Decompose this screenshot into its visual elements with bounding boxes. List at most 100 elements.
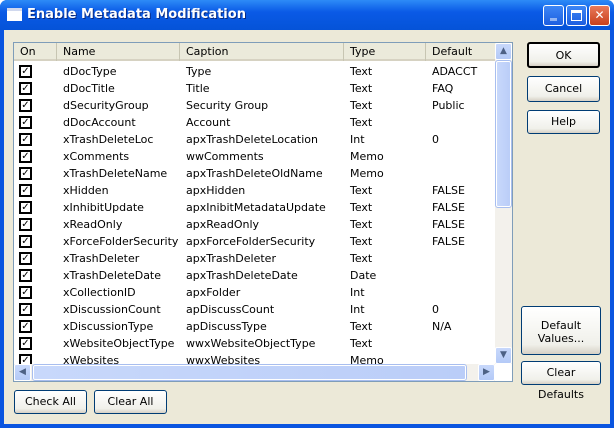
cancel-button[interactable]: Cancel bbox=[527, 76, 600, 102]
table-row[interactable]: ✓ xHidden apxHidden Text FALSE bbox=[14, 182, 495, 199]
enabled-checkbox[interactable]: ✓ bbox=[19, 201, 32, 214]
cell-name: xHidden bbox=[63, 184, 109, 197]
table-row[interactable]: ✓ xTrashDeleteLoc apxTrashDeleteLocation In… bbox=[14, 131, 495, 148]
table-row[interactable]: ✓ dDocType Type Text ADACCT bbox=[14, 63, 495, 80]
table-row[interactable]: ✓ xInhibitUpdate apxInibitMetadataUpdate Te… bbox=[14, 199, 495, 216]
cell-type: Text bbox=[350, 99, 373, 112]
metadata-list[interactable]: On Name Caption Type Default ✓ dDocType Ty… bbox=[13, 42, 513, 382]
enabled-checkbox[interactable]: ✓ bbox=[19, 150, 32, 163]
column-header-default[interactable]: Default bbox=[426, 43, 495, 61]
close-button[interactable]: ✕ bbox=[589, 5, 610, 26]
enabled-checkbox[interactable]: ✓ bbox=[19, 320, 32, 333]
cell-type: Memo bbox=[350, 150, 384, 163]
cell-caption: wwxWebsiteObjectType bbox=[186, 337, 316, 350]
vertical-scrollbar[interactable]: ▲ ▼ bbox=[495, 43, 512, 364]
scroll-up-button[interactable]: ▲ bbox=[495, 43, 512, 60]
cell-name: xReadOnly bbox=[63, 218, 123, 231]
enabled-checkbox[interactable]: ✓ bbox=[19, 303, 32, 316]
column-header-type[interactable]: Type bbox=[344, 43, 426, 61]
cell-caption: apxInibitMetadataUpdate bbox=[186, 201, 326, 214]
cell-default: FALSE bbox=[432, 218, 465, 231]
column-header-name[interactable]: Name bbox=[57, 43, 180, 61]
cell-type: Int bbox=[350, 133, 365, 146]
cell-type: Int bbox=[350, 286, 365, 299]
cell-caption: Title bbox=[186, 82, 210, 95]
chevron-up-icon: ▲ bbox=[500, 46, 507, 56]
cell-type: Date bbox=[350, 269, 377, 282]
dialog-body: On Name Caption Type Default ✓ dDocType Ty… bbox=[4, 30, 610, 424]
scroll-down-button[interactable]: ▼ bbox=[495, 347, 512, 364]
maximize-icon bbox=[571, 10, 582, 21]
enabled-checkbox[interactable]: ✓ bbox=[19, 218, 32, 231]
title-bar[interactable]: Enable Metadata Modification ✕ bbox=[0, 0, 614, 30]
cell-default: 0 bbox=[432, 303, 439, 316]
scroll-left-button[interactable]: ◀ bbox=[14, 364, 31, 381]
cell-default: N/A bbox=[432, 320, 452, 333]
table-row[interactable]: ✓ xTrashDeleteName apxTrashDeleteOldName Me… bbox=[14, 165, 495, 182]
table-row[interactable]: ✓ dSecurityGroup Security Group Text Public bbox=[14, 97, 495, 114]
enabled-checkbox[interactable]: ✓ bbox=[19, 235, 32, 248]
table-row[interactable]: ✓ xComments wwComments Memo bbox=[14, 148, 495, 165]
table-row[interactable]: ✓ xDiscussionCount apDiscussCount Int 0 bbox=[14, 301, 495, 318]
clear-defaults-button[interactable]: Clear Defaults bbox=[521, 361, 601, 401]
help-button[interactable]: Help bbox=[527, 110, 600, 134]
cell-caption: apxReadOnly bbox=[186, 218, 260, 231]
table-row[interactable]: ✓ xForceFolderSecurity apxForceFolderSecur… bbox=[14, 233, 495, 250]
maximize-button[interactable] bbox=[566, 5, 587, 26]
clear-all-button[interactable]: Clear All bbox=[94, 390, 167, 414]
vertical-scroll-thumb[interactable] bbox=[495, 60, 512, 208]
cell-name: xDiscussionType bbox=[63, 320, 154, 333]
enabled-checkbox[interactable]: ✓ bbox=[19, 116, 32, 129]
cell-caption: Type bbox=[186, 65, 212, 78]
cell-type: Text bbox=[350, 201, 373, 214]
default-values-button[interactable]: Default Values... bbox=[521, 306, 601, 355]
enabled-checkbox[interactable]: ✓ bbox=[19, 65, 32, 78]
enabled-checkbox[interactable]: ✓ bbox=[19, 184, 32, 197]
chevron-down-icon: ▼ bbox=[500, 350, 507, 360]
enabled-checkbox[interactable]: ✓ bbox=[19, 286, 32, 299]
default-values-label-2: Values... bbox=[537, 332, 585, 345]
chevron-right-icon: ▶ bbox=[483, 367, 490, 377]
column-header-caption[interactable]: Caption bbox=[180, 43, 344, 61]
cell-name: xTrashDeleteLoc bbox=[63, 133, 154, 146]
cell-name: dDocAccount bbox=[63, 116, 136, 129]
cell-caption: apxTrashDeleteOldName bbox=[186, 167, 323, 180]
table-row[interactable]: ✓ xWebsiteObjectType wwxWebsiteObjectType T… bbox=[14, 335, 495, 352]
cell-name: xComments bbox=[63, 150, 130, 163]
table-row[interactable]: ✓ xTrashDeleteDate apxTrashDeleteDate Date bbox=[14, 267, 495, 284]
table-row[interactable]: ✓ xDiscussionType apDiscussType Text N/A bbox=[14, 318, 495, 335]
cell-type: Text bbox=[350, 116, 373, 129]
ok-button[interactable]: OK bbox=[527, 42, 600, 68]
cell-name: xTrashDeleteDate bbox=[63, 269, 162, 282]
cell-name: xInhibitUpdate bbox=[63, 201, 144, 214]
cell-name: dDocTitle bbox=[63, 82, 115, 95]
enabled-checkbox[interactable]: ✓ bbox=[19, 167, 32, 180]
check-all-button[interactable]: Check All bbox=[14, 390, 87, 414]
table-row[interactable]: ✓ dDocAccount Account Text bbox=[14, 114, 495, 131]
table-row[interactable]: ✓ xReadOnly apxReadOnly Text FALSE bbox=[14, 216, 495, 233]
table-row[interactable]: ✓ dDocTitle Title Text FAQ bbox=[14, 80, 495, 97]
scroll-right-button[interactable]: ▶ bbox=[478, 364, 495, 381]
horizontal-scrollbar[interactable]: ◀ ▶ bbox=[14, 364, 495, 381]
enabled-checkbox[interactable]: ✓ bbox=[19, 269, 32, 282]
cell-caption: apDiscussCount bbox=[186, 303, 275, 316]
minimize-icon bbox=[550, 18, 557, 21]
window-title: Enable Metadata Modification bbox=[27, 7, 246, 22]
table-row[interactable]: ✓ xTrashDeleter apxTrashDeleter Text bbox=[14, 250, 495, 267]
enabled-checkbox[interactable]: ✓ bbox=[19, 82, 32, 95]
cell-caption: apxFolder bbox=[186, 286, 241, 299]
enabled-checkbox[interactable]: ✓ bbox=[19, 337, 32, 350]
enabled-checkbox[interactable]: ✓ bbox=[19, 133, 32, 146]
cell-name: dSecurityGroup bbox=[63, 99, 149, 112]
cell-default: FAQ bbox=[432, 82, 454, 95]
column-header-on[interactable]: On bbox=[14, 43, 57, 61]
minimize-button[interactable] bbox=[543, 5, 564, 26]
cell-default: ADACCT bbox=[432, 65, 478, 78]
enabled-checkbox[interactable]: ✓ bbox=[19, 252, 32, 265]
table-row[interactable]: ✓ xCollectionID apxFolder Int bbox=[14, 284, 495, 301]
horizontal-scroll-thumb[interactable] bbox=[32, 364, 467, 381]
cell-type: Text bbox=[350, 320, 373, 333]
cell-caption: wwComments bbox=[186, 150, 264, 163]
enabled-checkbox[interactable]: ✓ bbox=[19, 99, 32, 112]
cell-name: xWebsiteObjectType bbox=[63, 337, 175, 350]
